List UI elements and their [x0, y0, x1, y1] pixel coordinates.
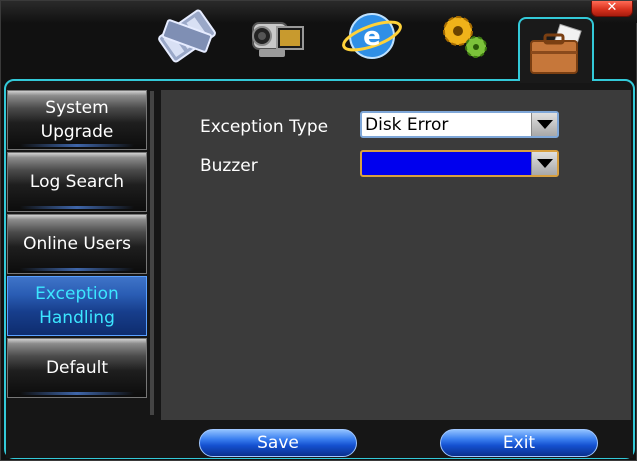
sidebar-item-label: Exception	[35, 284, 119, 304]
sidebar-item-system-upgrade[interactable]: System Upgrade	[7, 90, 147, 150]
close-icon: ✕	[606, 0, 618, 15]
buzzer-label: Buzzer	[200, 156, 258, 176]
sidebar-item-default[interactable]: Default	[7, 338, 147, 398]
buzzer-select[interactable]	[360, 150, 559, 177]
svg-text:e: e	[363, 22, 381, 52]
sidebar-item-label: Online Users	[23, 234, 131, 254]
sidebar-menu: System Upgrade Log Search Online Users Ex…	[7, 90, 147, 400]
sidebar-item-log-search[interactable]: Log Search	[7, 152, 147, 212]
chevron-down-icon[interactable]	[531, 152, 557, 175]
sidebar-item-label: System	[45, 98, 109, 118]
sidebar-item-label: Handling	[39, 308, 115, 328]
sidebar-item-label: Upgrade	[40, 122, 114, 142]
save-button[interactable]: Save	[199, 429, 357, 457]
network-globe-icon[interactable]: e	[341, 5, 403, 67]
sidebar-item-online-users[interactable]: Online Users	[7, 214, 147, 274]
briefcase-tools-icon	[525, 21, 587, 83]
exception-settings-panel: Exception Type Disk Error Buzzer	[161, 90, 631, 420]
gears-settings-icon[interactable]	[434, 5, 496, 67]
exception-type-value: Disk Error	[365, 115, 449, 135]
camcorder-icon[interactable]	[247, 5, 309, 67]
sidebar-item-label: Default	[45, 358, 109, 378]
exit-button[interactable]: Exit	[440, 429, 598, 457]
app-window: ✕ e System Upgrade Log Search Online Use…	[0, 0, 637, 461]
sidebar-item-exception-handling[interactable]: Exception Handling	[7, 276, 147, 336]
video-film-icon[interactable]	[156, 5, 218, 67]
exception-type-select[interactable]: Disk Error	[360, 111, 559, 138]
chevron-down-icon[interactable]	[531, 113, 557, 136]
close-button[interactable]: ✕	[591, 1, 633, 17]
exception-type-label: Exception Type	[200, 117, 329, 137]
sidebar-scrollbar[interactable]	[150, 91, 154, 415]
sidebar-item-label: Log Search	[29, 172, 125, 192]
